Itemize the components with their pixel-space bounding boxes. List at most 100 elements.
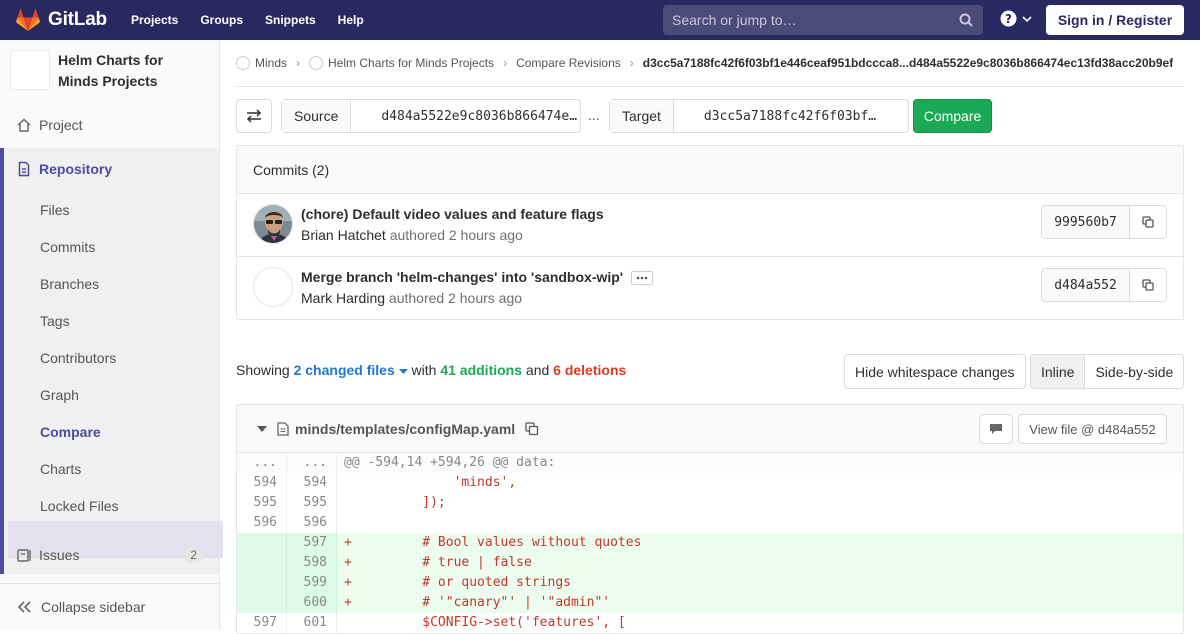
copy-path-icon[interactable]: [525, 421, 539, 436]
sidebar-sub-branches[interactable]: Branches: [40, 276, 99, 292]
nav-snippets[interactable]: Snippets: [265, 13, 316, 27]
file-path[interactable]: minds/templates/configMap.yaml: [295, 421, 515, 437]
new-line-number[interactable]: 595: [287, 493, 337, 513]
changed-files-label: 2 changed files: [293, 362, 395, 378]
sidebar-sub-graph[interactable]: Graph: [40, 387, 79, 403]
old-line-number[interactable]: ...: [237, 453, 287, 473]
old-line-number[interactable]: [237, 553, 287, 573]
old-line-number[interactable]: [237, 593, 287, 613]
sidebar: Helm Charts for Minds Projects Project R…: [0, 40, 223, 630]
stats-additions: 41 additions: [440, 362, 523, 378]
old-line-number[interactable]: 595: [237, 493, 287, 513]
issues-count-badge: 2: [184, 546, 203, 563]
gitlab-logo[interactable]: GitLab: [16, 0, 107, 40]
copy-sha-button[interactable]: [1130, 206, 1166, 238]
commit-author[interactable]: Mark Harding: [301, 290, 385, 306]
sign-in-button[interactable]: Sign in / Register: [1046, 5, 1184, 35]
sidebar-project-header[interactable]: Helm Charts for Minds Projects: [0, 40, 219, 106]
new-line-number[interactable]: ...: [287, 453, 337, 473]
file-icon: [277, 421, 289, 436]
issues-icon: [16, 547, 32, 563]
avatar[interactable]: [253, 267, 293, 307]
breadcrumb-compare[interactable]: Compare Revisions: [516, 56, 621, 70]
chevron-down-icon: [1022, 15, 1032, 22]
diff-code: ]);: [344, 495, 446, 510]
hide-whitespace-button[interactable]: Hide whitespace changes: [844, 354, 1026, 389]
nav-groups[interactable]: Groups: [200, 13, 243, 27]
question-circle-icon: ?: [1000, 10, 1017, 27]
commit-row: Merge branch 'helm-changes' into 'sandbo…: [237, 257, 1183, 320]
top-nav-links: Projects Groups Snippets Help: [131, 13, 386, 27]
compare-form: Source d484a5522e9c8036b866474ec13fd38ac…: [236, 99, 1184, 133]
sidebar-sub-files[interactable]: Files: [40, 202, 70, 218]
collapse-file-icon[interactable]: [257, 425, 267, 433]
project-avatar: [10, 50, 50, 90]
nav-projects[interactable]: Projects: [131, 13, 178, 27]
sidebar-sub-tags[interactable]: Tags: [40, 313, 70, 329]
new-line-number[interactable]: 596: [287, 513, 337, 533]
commit-sha[interactable]: 999560b7: [1042, 206, 1130, 238]
side-by-side-button[interactable]: Side-by-side: [1085, 355, 1183, 388]
diff-line: ...... @@ -594,14 +594,26 @@ data:: [237, 453, 1183, 473]
commit-sha-group: d484a552: [1041, 268, 1167, 302]
group-avatar: [236, 56, 250, 70]
nav-help[interactable]: Help: [338, 13, 364, 27]
search-placeholder: Search or jump to…: [672, 12, 797, 28]
toggle-description-button[interactable]: [631, 271, 654, 286]
sidebar-sub-locked-files[interactable]: Locked Files: [40, 498, 119, 514]
sidebar-item-issues[interactable]: Issues 2: [0, 536, 219, 573]
commit-sha[interactable]: d484a552: [1042, 269, 1130, 301]
commit-title-text[interactable]: Merge branch 'helm-changes' into 'sandbo…: [301, 269, 623, 285]
sidebar-sub-charts[interactable]: Charts: [40, 461, 81, 477]
compare-dots: ...: [588, 107, 600, 123]
target-revision-field[interactable]: Target d3cc5a7188fc42f6f03bf1e446ceaf951…: [609, 99, 909, 133]
commit-meta: Brian Hatchet authored 2 hours ago: [301, 227, 523, 243]
new-line-number[interactable]: 597: [287, 533, 337, 553]
breadcrumb-project[interactable]: Helm Charts for Minds Projects: [328, 56, 494, 70]
copy-sha-button[interactable]: [1130, 269, 1166, 301]
new-line-number[interactable]: 594: [287, 473, 337, 493]
main-content: Minds › Helm Charts for Minds Projects ›…: [236, 40, 1185, 634]
changed-files-dropdown[interactable]: 2 changed files: [294, 362, 408, 378]
swap-revisions-button[interactable]: [236, 99, 272, 133]
sidebar-item-project[interactable]: Project: [0, 106, 219, 143]
sidebar-sub-contributors[interactable]: Contributors: [40, 350, 116, 366]
old-line-number[interactable]: [237, 573, 287, 593]
new-line-number[interactable]: 601: [287, 613, 337, 633]
avatar[interactable]: [253, 204, 293, 244]
new-line-number[interactable]: 600: [287, 593, 337, 613]
sidebar-sub-compare[interactable]: Compare: [40, 424, 101, 440]
brand-name: GitLab: [48, 9, 107, 30]
new-line-number[interactable]: 598: [287, 553, 337, 573]
sidebar-item-repository[interactable]: Repository: [0, 150, 219, 187]
commit-row: (chore) Default video values and feature…: [237, 194, 1183, 257]
sidebar-sub-commits[interactable]: Commits: [40, 239, 95, 255]
diff-file: minds/templates/configMap.yaml View file…: [236, 404, 1184, 634]
commit-author[interactable]: Brian Hatchet: [301, 227, 386, 243]
old-line-number[interactable]: 597: [237, 613, 287, 633]
commit-sha-group: 999560b7: [1041, 205, 1167, 239]
help-dropdown[interactable]: ?: [1000, 10, 1032, 27]
view-file-button[interactable]: View file @ d484a552: [1018, 414, 1167, 444]
diff-code: + # true | false: [344, 555, 532, 570]
sidebar-item-label: Project: [39, 116, 83, 133]
commit-title[interactable]: (chore) Default video values and feature…: [301, 206, 604, 222]
diff-file-header: minds/templates/configMap.yaml View file…: [237, 405, 1183, 453]
breadcrumb-minds[interactable]: Minds: [255, 56, 287, 70]
old-line-number[interactable]: 594: [237, 473, 287, 493]
comments-toggle-button[interactable]: [979, 414, 1013, 444]
tanuki-icon: [16, 9, 40, 31]
chevron-right-icon: ›: [629, 56, 634, 70]
breadcrumb-current: d3cc5a7188fc42f6f03bf1e446ceaf951bdccca8…: [642, 56, 1174, 70]
compare-button[interactable]: Compare: [913, 99, 992, 133]
old-line-number[interactable]: 596: [237, 513, 287, 533]
project-avatar-small: [309, 56, 324, 70]
diff-line: 595 595 ]);: [237, 493, 1183, 513]
new-line-number[interactable]: 599: [287, 573, 337, 593]
old-line-number[interactable]: [237, 533, 287, 553]
chevron-right-icon: ›: [296, 56, 301, 70]
source-revision-field[interactable]: Source d484a5522e9c8036b866474ec13fd38ac…: [281, 99, 581, 133]
search-input[interactable]: Search or jump to…: [663, 5, 983, 35]
collapse-sidebar-button[interactable]: Collapse sidebar: [0, 583, 219, 630]
inline-view-button[interactable]: Inline: [1031, 355, 1086, 388]
